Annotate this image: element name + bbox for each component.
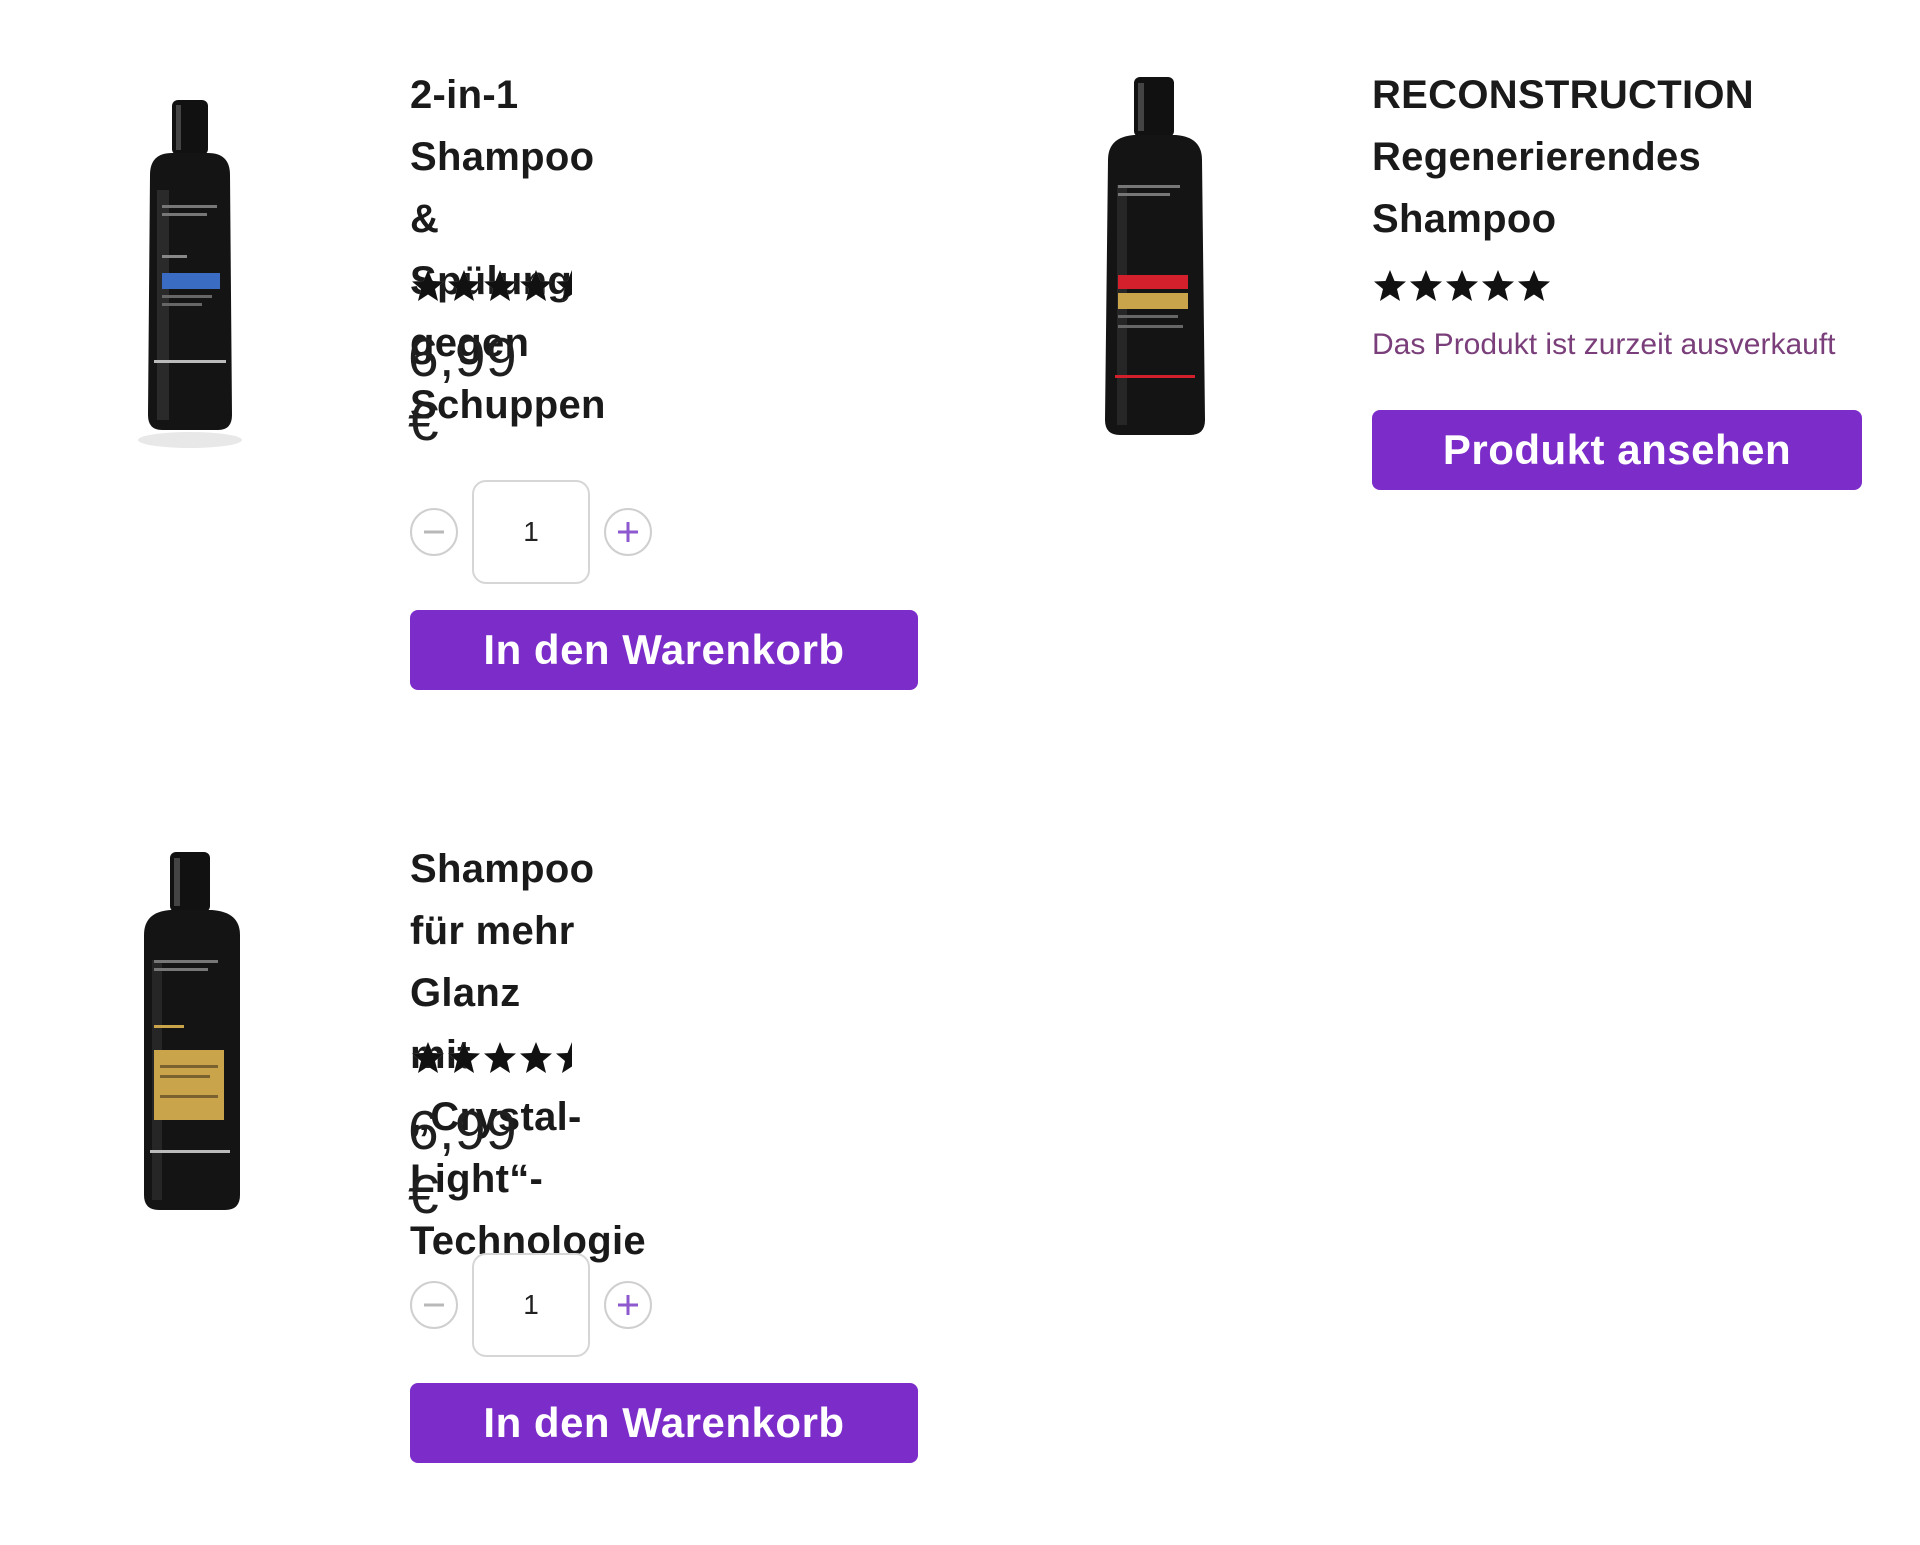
add-to-cart-button[interactable]: In den Warenkorb <box>410 610 918 690</box>
decrease-quantity-button[interactable] <box>410 1281 458 1329</box>
product-image-1[interactable] <box>130 95 250 450</box>
decrease-quantity-button[interactable] <box>410 508 458 556</box>
out-of-stock-notice: Das Produkt ist zurzeit ausverkauft <box>1372 328 1836 361</box>
star-icon <box>520 1042 552 1073</box>
product-title-2[interactable]: RECONSTRUCTION Regenerierendes Shampoo <box>1372 64 1754 250</box>
plus-circle-icon <box>618 522 638 542</box>
increase-quantity-button[interactable] <box>604 1281 652 1329</box>
star-icon <box>412 270 444 301</box>
product-image-3[interactable] <box>128 850 258 1215</box>
quantity-input[interactable] <box>472 480 590 584</box>
rating-stars-2 <box>1372 268 1552 304</box>
star-icon <box>448 1042 480 1073</box>
product-price-1: 6,99 € <box>408 326 518 452</box>
product-image-2[interactable] <box>1090 75 1220 440</box>
star-icon <box>412 1042 444 1073</box>
star-icon <box>484 1042 516 1073</box>
star-icon <box>556 1042 588 1073</box>
star-icon <box>1446 270 1478 301</box>
rating-stars-1 <box>410 268 590 304</box>
star-icon <box>1374 270 1406 301</box>
quantity-stepper-3 <box>410 1253 652 1357</box>
view-product-button[interactable]: Produkt ansehen <box>1372 410 1862 490</box>
star-icon <box>520 270 552 301</box>
add-to-cart-button[interactable]: In den Warenkorb <box>410 1383 918 1463</box>
product-price-3: 6,99 € <box>408 1099 518 1225</box>
minus-circle-icon <box>424 1303 444 1307</box>
star-icon <box>1518 270 1550 301</box>
star-icon <box>556 270 588 301</box>
rating-stars-3 <box>410 1040 590 1076</box>
minus-circle-icon <box>424 530 444 534</box>
star-icon <box>1410 270 1442 301</box>
increase-quantity-button[interactable] <box>604 508 652 556</box>
quantity-input[interactable] <box>472 1253 590 1357</box>
star-icon <box>1482 270 1514 301</box>
quantity-stepper-1 <box>410 480 652 584</box>
star-icon <box>448 270 480 301</box>
plus-circle-icon <box>618 1295 638 1315</box>
star-icon <box>484 270 516 301</box>
